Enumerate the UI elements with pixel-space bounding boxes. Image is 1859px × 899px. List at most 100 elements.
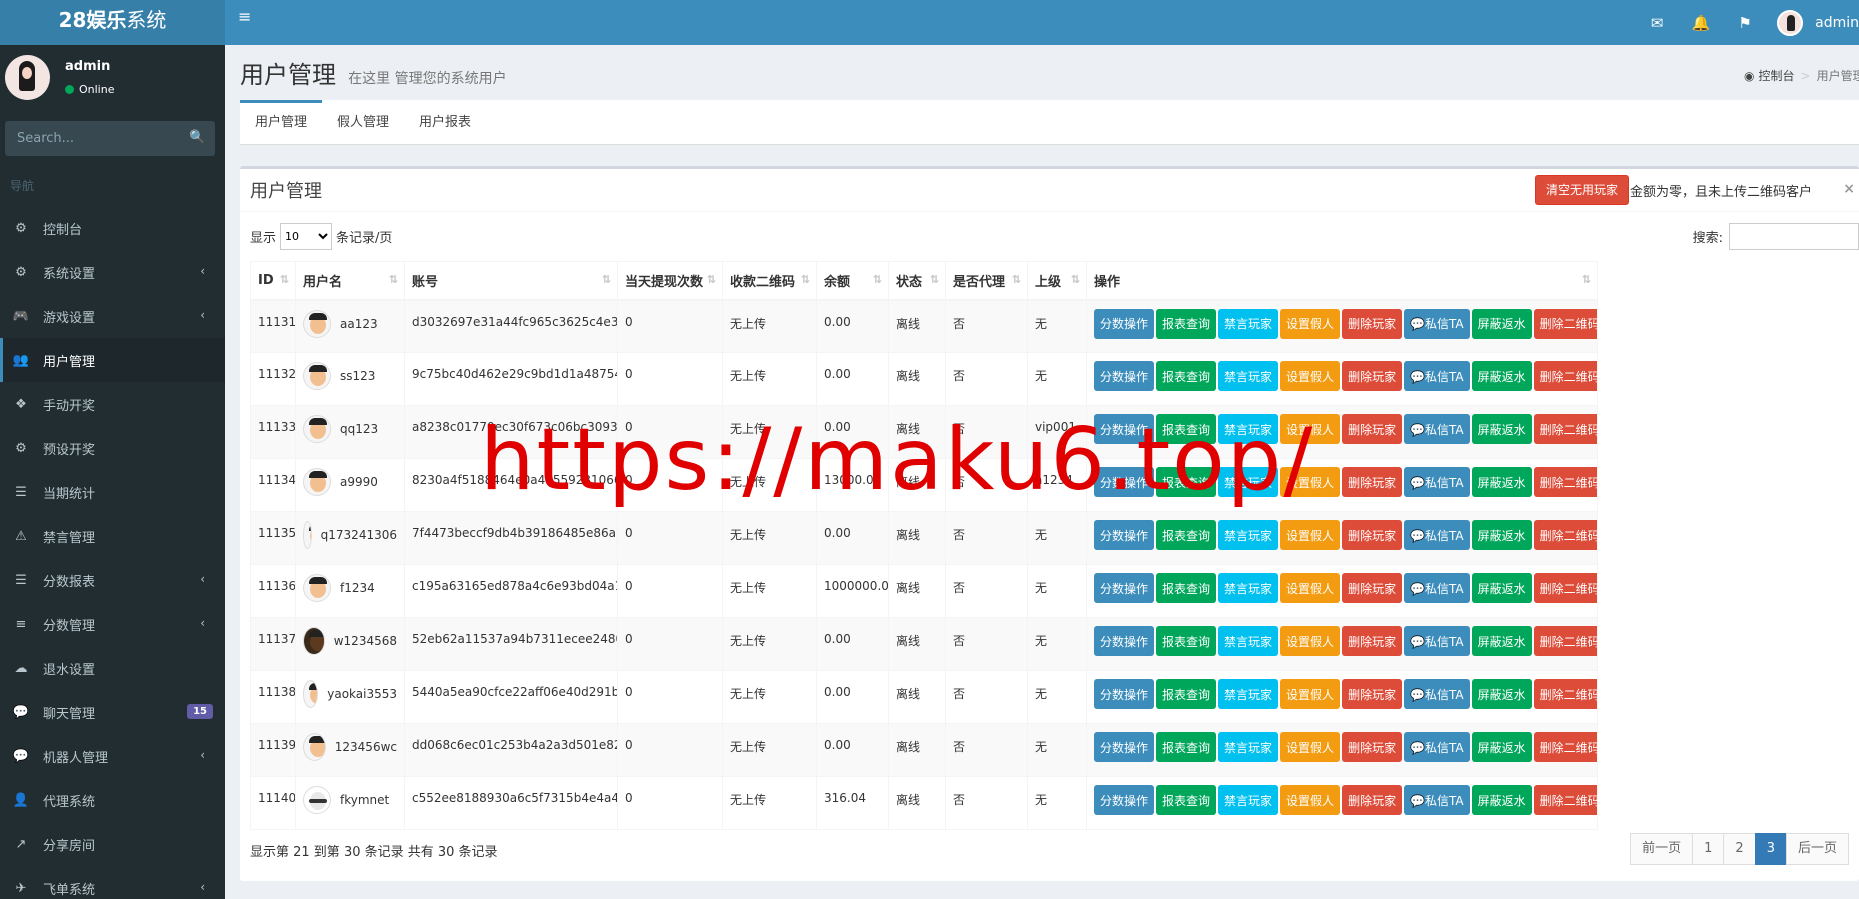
page-length-select[interactable]: 10 <box>280 223 333 250</box>
mute-player-button[interactable]: 禁言玩家 <box>1218 520 1279 550</box>
report-query-button[interactable]: 报表查询 <box>1156 467 1217 497</box>
report-query-button[interactable]: 报表查询 <box>1156 679 1217 709</box>
search-icon[interactable]: 🔍 <box>189 130 205 145</box>
bell-icon[interactable]: 🔔 <box>1679 14 1723 32</box>
set-fake-button[interactable]: 设置假人 <box>1280 361 1341 391</box>
block-rebate-button[interactable]: 屏蔽返水 <box>1471 626 1532 656</box>
private-message-button[interactable]: 💬私信TA <box>1404 732 1470 762</box>
report-query-button[interactable]: 报表查询 <box>1156 361 1217 391</box>
delete-player-button[interactable]: 删除玩家 <box>1342 732 1403 762</box>
set-fake-button[interactable]: 设置假人 <box>1280 573 1341 603</box>
delete-player-button[interactable]: 删除玩家 <box>1342 361 1403 391</box>
column-header[interactable]: 是否代理 ⇅ <box>945 261 1028 301</box>
block-rebate-button[interactable]: 屏蔽返水 <box>1471 361 1532 391</box>
sidebar-toggle-icon[interactable]: ≡ <box>238 9 252 25</box>
column-header[interactable]: 账号 ⇅ <box>404 261 618 301</box>
envelope-icon[interactable]: ✉ <box>1635 14 1679 32</box>
private-message-button[interactable]: 💬私信TA <box>1404 626 1470 656</box>
column-header[interactable]: 上级 ⇅ <box>1027 261 1087 301</box>
report-query-button[interactable]: 报表查询 <box>1156 308 1217 339</box>
block-rebate-button[interactable]: 屏蔽返水 <box>1471 679 1532 709</box>
tab-user-management[interactable]: 用户管理 <box>240 100 323 144</box>
delete-player-button[interactable]: 删除玩家 <box>1342 626 1403 656</box>
private-message-button[interactable]: 💬私信TA <box>1404 467 1470 497</box>
sidebar-item-7[interactable]: ⚠ 禁言管理 <box>0 514 225 558</box>
report-query-button[interactable]: 报表查询 <box>1156 732 1217 762</box>
mute-player-button[interactable]: 禁言玩家 <box>1218 679 1279 709</box>
prev-page-button[interactable]: 前一页 <box>1630 833 1694 865</box>
sidebar-item-12[interactable]: 💬 机器人管理 ‹ <box>0 734 225 778</box>
page-button[interactable]: 3 <box>1754 833 1787 865</box>
set-fake-button[interactable]: 设置假人 <box>1280 414 1341 444</box>
column-header[interactable]: ID ⇅ <box>250 261 296 301</box>
delete-player-button[interactable]: 删除玩家 <box>1342 467 1403 497</box>
breadcrumb-home[interactable]: 控制台 <box>1758 67 1794 84</box>
report-query-button[interactable]: 报表查询 <box>1156 626 1217 656</box>
sidebar-search-input[interactable] <box>5 121 175 156</box>
set-fake-button[interactable]: 设置假人 <box>1280 467 1341 497</box>
score-operation-button[interactable]: 分数操作 <box>1094 414 1155 444</box>
sidebar-item-14[interactable]: ↗ 分享房间 <box>0 822 225 866</box>
delete-qrcode-button[interactable]: 删除二维码 <box>1533 732 1597 762</box>
block-rebate-button[interactable]: 屏蔽返水 <box>1471 467 1532 497</box>
page-button[interactable]: 1 <box>1692 833 1725 865</box>
score-operation-button[interactable]: 分数操作 <box>1094 626 1155 656</box>
mute-player-button[interactable]: 禁言玩家 <box>1218 785 1279 815</box>
sidebar-item-4[interactable]: ❖ 手动开奖 <box>0 382 225 426</box>
delete-qrcode-button[interactable]: 删除二维码 <box>1533 414 1597 444</box>
sidebar-item-10[interactable]: ☁ 退水设置 <box>0 646 225 690</box>
sidebar-item-1[interactable]: ⚙ 系统设置 ‹ <box>0 250 225 294</box>
delete-player-button[interactable]: 删除玩家 <box>1342 679 1403 709</box>
score-operation-button[interactable]: 分数操作 <box>1094 573 1155 603</box>
mute-player-button[interactable]: 禁言玩家 <box>1218 626 1279 656</box>
delete-player-button[interactable]: 删除玩家 <box>1342 785 1403 815</box>
score-operation-button[interactable]: 分数操作 <box>1094 732 1155 762</box>
delete-player-button[interactable]: 删除玩家 <box>1342 573 1403 603</box>
sidebar-item-3[interactable]: 👥 用户管理 <box>0 338 225 382</box>
clear-unused-players-button[interactable]: 清空无用玩家 <box>1535 175 1629 205</box>
score-operation-button[interactable]: 分数操作 <box>1094 361 1155 391</box>
column-header[interactable]: 用户名 ⇅ <box>295 261 405 301</box>
user-menu[interactable]: admin <box>1767 9 1859 36</box>
mute-player-button[interactable]: 禁言玩家 <box>1218 573 1279 603</box>
delete-player-button[interactable]: 删除玩家 <box>1342 308 1403 339</box>
sidebar-item-2[interactable]: 🎮 游戏设置 ‹ <box>0 294 225 338</box>
block-rebate-button[interactable]: 屏蔽返水 <box>1471 573 1532 603</box>
score-operation-button[interactable]: 分数操作 <box>1094 679 1155 709</box>
private-message-button[interactable]: 💬私信TA <box>1404 520 1470 550</box>
score-operation-button[interactable]: 分数操作 <box>1094 785 1155 815</box>
set-fake-button[interactable]: 设置假人 <box>1280 679 1341 709</box>
column-header[interactable]: 余额 ⇅ <box>816 261 889 301</box>
mute-player-button[interactable]: 禁言玩家 <box>1218 414 1279 444</box>
private-message-button[interactable]: 💬私信TA <box>1404 679 1470 709</box>
sidebar-item-0[interactable]: ⚙ 控制台 <box>0 206 225 250</box>
mute-player-button[interactable]: 禁言玩家 <box>1218 361 1279 391</box>
sidebar-item-9[interactable]: ≡ 分数管理 ‹ <box>0 602 225 646</box>
block-rebate-button[interactable]: 屏蔽返水 <box>1471 732 1532 762</box>
page-button[interactable]: 2 <box>1723 833 1756 865</box>
score-operation-button[interactable]: 分数操作 <box>1094 467 1155 497</box>
delete-qrcode-button[interactable]: 删除二维码 <box>1533 520 1597 550</box>
report-query-button[interactable]: 报表查询 <box>1156 785 1217 815</box>
sidebar-item-15[interactable]: ✈ 飞单系统 ‹ <box>0 866 225 899</box>
delete-player-button[interactable]: 删除玩家 <box>1342 520 1403 550</box>
column-header[interactable]: 状态 ⇅ <box>888 261 946 301</box>
column-header[interactable]: 收款二维码 ⇅ <box>722 261 817 301</box>
delete-qrcode-button[interactable]: 删除二维码 <box>1533 679 1597 709</box>
block-rebate-button[interactable]: 屏蔽返水 <box>1471 308 1532 339</box>
private-message-button[interactable]: 💬私信TA <box>1404 785 1470 815</box>
set-fake-button[interactable]: 设置假人 <box>1280 785 1341 815</box>
set-fake-button[interactable]: 设置假人 <box>1280 308 1341 339</box>
report-query-button[interactable]: 报表查询 <box>1156 573 1217 603</box>
next-page-button[interactable]: 后一页 <box>1785 833 1849 865</box>
set-fake-button[interactable]: 设置假人 <box>1280 520 1341 550</box>
block-rebate-button[interactable]: 屏蔽返水 <box>1471 785 1532 815</box>
table-search-input[interactable] <box>1729 223 1859 250</box>
sidebar-item-5[interactable]: ⚙ 预设开奖 <box>0 426 225 470</box>
delete-qrcode-button[interactable]: 删除二维码 <box>1533 308 1597 339</box>
app-logo[interactable]: 28娱乐系统 <box>0 0 225 45</box>
report-query-button[interactable]: 报表查询 <box>1156 520 1217 550</box>
column-header[interactable]: 当天提现次数 ⇅ <box>617 261 723 301</box>
private-message-button[interactable]: 💬私信TA <box>1404 414 1470 444</box>
mute-player-button[interactable]: 禁言玩家 <box>1218 467 1279 497</box>
